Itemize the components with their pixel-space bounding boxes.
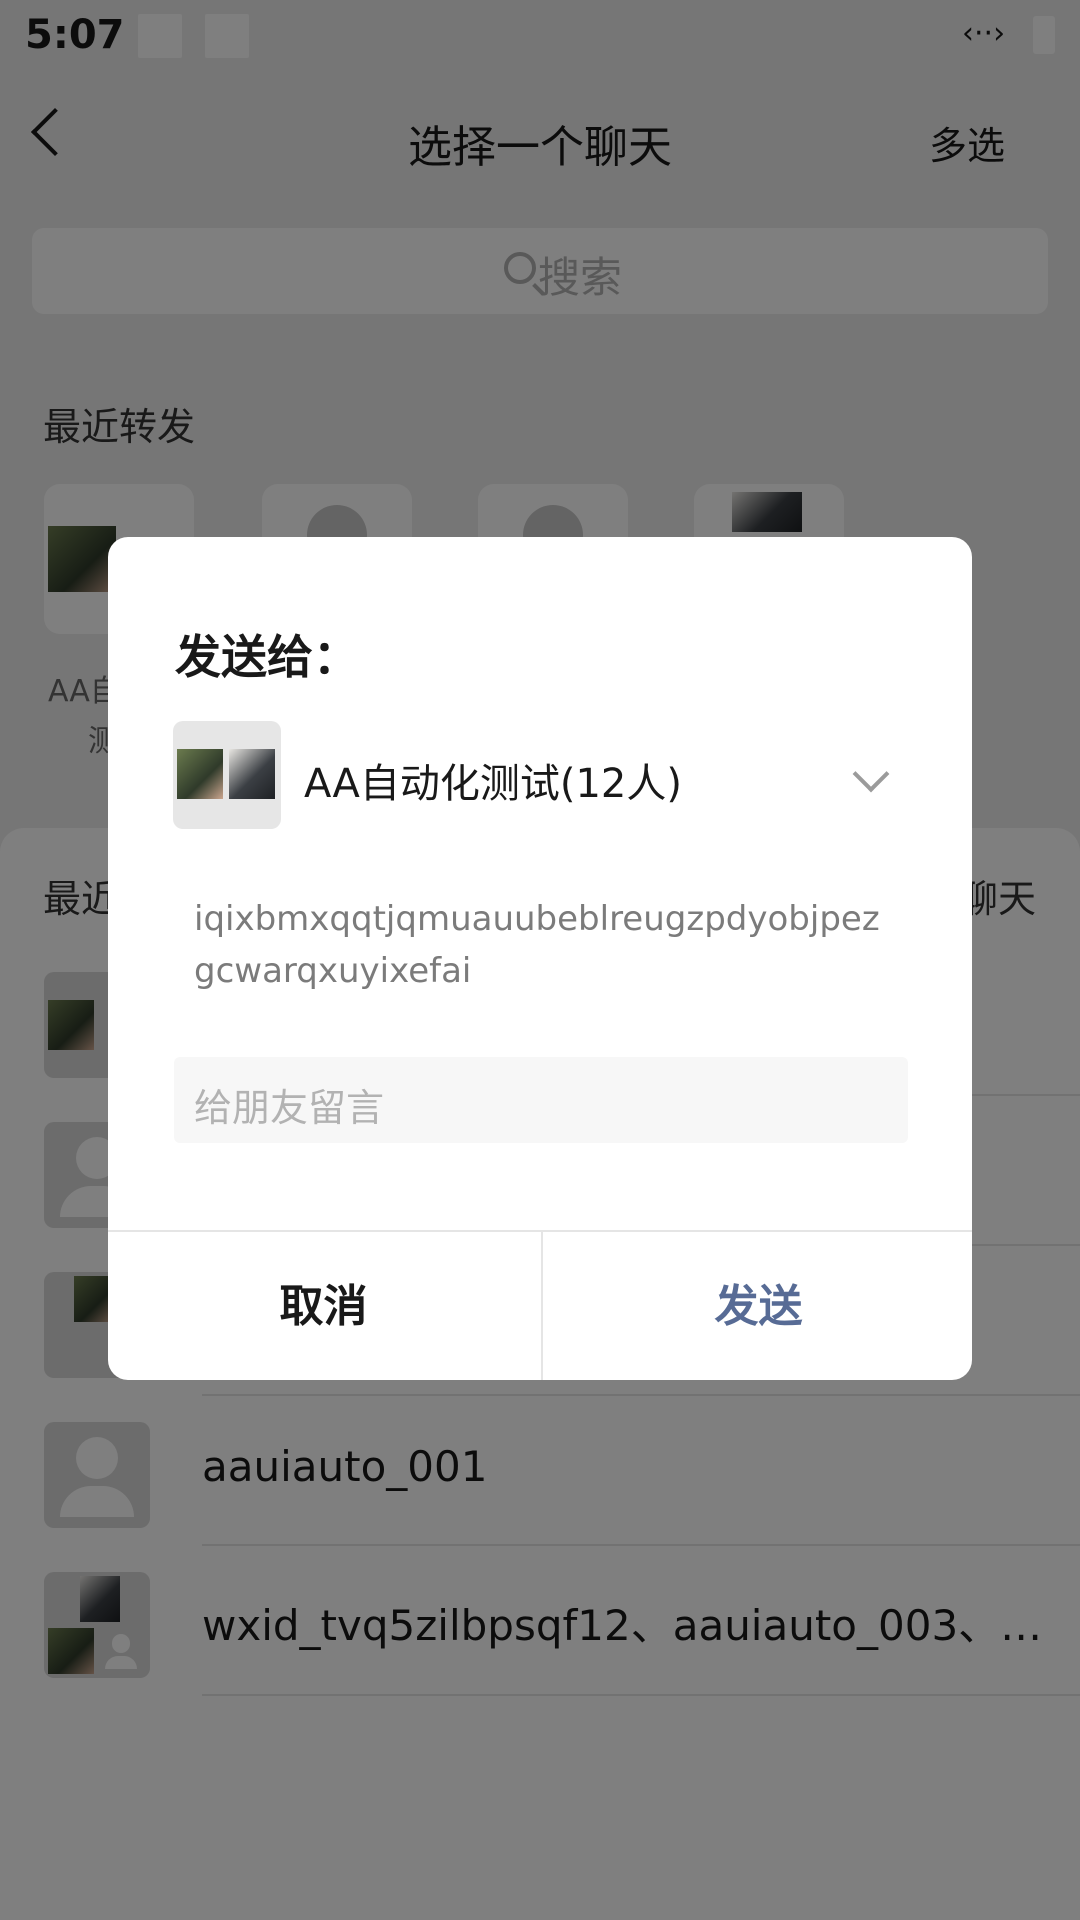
send-dialog: 发送给： AA自动化测试(12人) iqixbmxqqtjqmuauubeblr… <box>108 537 972 1380</box>
chevron-down-icon[interactable] <box>852 755 890 793</box>
message-input[interactable]: 给朋友留言 <box>174 1057 908 1143</box>
dialog-title: 发送给： <box>175 630 359 684</box>
target-avatar <box>173 721 281 829</box>
cancel-button[interactable]: 取消 <box>108 1232 539 1380</box>
message-preview: iqixbmxqqtjqmuauubeblreugzpdyobjpez gcwa… <box>194 899 880 991</box>
dialog-buttons: 取消 发送 <box>108 1230 972 1380</box>
target-name: AA自动化测试(12人) <box>304 761 682 807</box>
message-input-placeholder: 给朋友留言 <box>194 1086 385 1130</box>
send-button[interactable]: 发送 <box>541 1232 972 1380</box>
